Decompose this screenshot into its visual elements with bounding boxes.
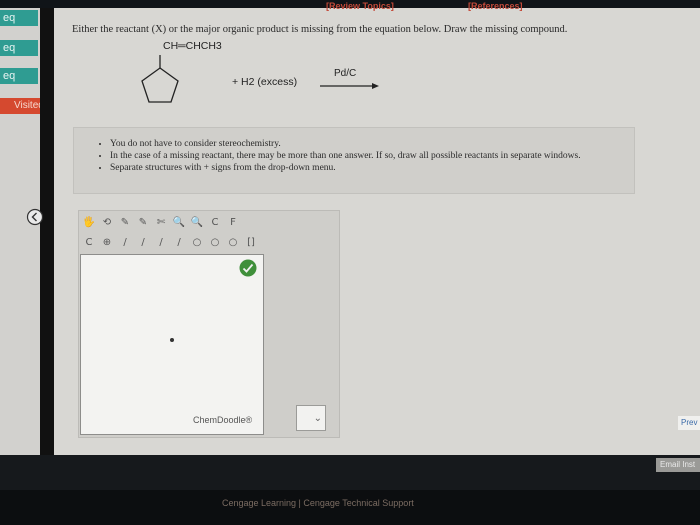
element-icon[interactable]: F [227,216,239,228]
toolbar-row-1: 🖐 ⟲ ✎ ✎ ✄ 🔍 🔍 C F [83,214,239,230]
canvas-dot [170,338,174,342]
sidebar-tab-2[interactable]: eq [0,40,38,56]
drawing-canvas[interactable] [80,254,264,435]
pencil-icon[interactable]: ✎ [119,216,131,228]
question-text: Either the reactant (X) or the major org… [72,24,568,35]
wedge-bond-icon[interactable]: / [155,236,167,248]
double-bond-icon[interactable]: / [137,236,149,248]
substituent-label: CH═CHCH3 [163,40,222,52]
check-icon[interactable] [238,258,258,278]
chemdoodle-logo: ChemDoodle® [193,415,253,425]
reagent-label: + H2 (excess) [232,76,298,88]
zoom-in-icon[interactable]: 🔍 [173,216,185,228]
reaction-arrow [320,83,379,89]
chevron-down-icon: ⌄ [313,413,322,424]
charge-plus-icon[interactable]: ⊕ [101,236,113,248]
catalyst-label: Pd/C [334,68,357,79]
toolbar-row-2: C ⊕ / / / / ○ ○ ○ [] [83,234,257,250]
ring-tool-icon[interactable]: ○ [227,236,239,248]
eraser-icon[interactable]: ✎ [137,216,149,228]
hash-bond-icon[interactable]: / [173,236,185,248]
separator-dropdown[interactable]: ⌄ [296,405,326,431]
single-bond-icon[interactable]: / [119,236,131,248]
ring-tool-icon[interactable]: ○ [191,236,203,248]
cyclopentene-structure [141,55,179,103]
hand-tool-icon[interactable]: 🖐 [83,216,95,228]
instruction-item: In the case of a missing reactant, there… [110,150,634,162]
footer-text[interactable]: Cengage Learning | Cengage Technical Sup… [222,498,414,508]
atom-tool-icon[interactable]: C [83,236,95,248]
carbon-icon[interactable]: C [209,216,221,228]
sidebar-divider [40,8,54,455]
references-link[interactable]: [References] [468,1,523,11]
bracket-icon[interactable]: [] [245,236,257,248]
collapse-icon[interactable] [26,208,44,226]
review-topics-link[interactable]: [Review Topics] [326,1,394,11]
email-button[interactable]: Email Inst [656,458,700,472]
screen: eq eq eq Visited [Review Topics] [Refere… [0,0,700,525]
ring-tool-icon[interactable]: ○ [209,236,221,248]
sidebar-tab-1[interactable]: eq [0,10,38,26]
instruction-item: Separate structures with + signs from th… [110,162,634,174]
instruction-item: You do not have to consider stereochemis… [110,138,634,150]
undo-icon[interactable]: ⟲ [101,216,113,228]
sidebar-tab-3[interactable]: eq [0,68,38,84]
instructions-box: You do not have to consider stereochemis… [73,127,635,194]
zoom-out-icon[interactable]: 🔍 [191,216,203,228]
prev-button[interactable]: Prev [678,416,700,430]
bottom-bezel [0,455,700,490]
cut-icon[interactable]: ✄ [155,216,167,228]
